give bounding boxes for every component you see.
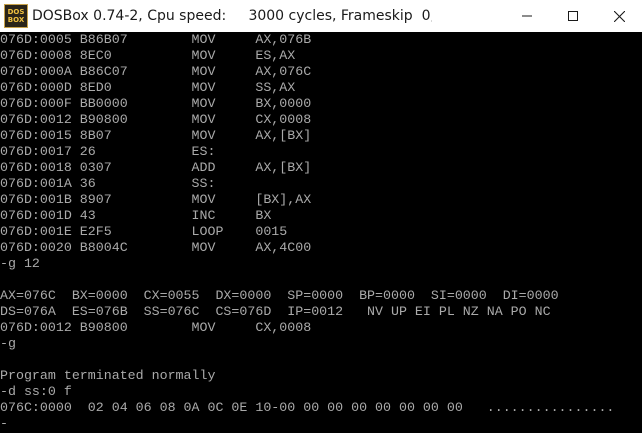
register-dump-line: DS=076A ES=076B SS=076C CS=076D IP=0012 … — [0, 304, 551, 319]
console-line: 076D:0017 26 ES: — [0, 144, 216, 159]
console-line: 076D:0018 0307 ADD AX,[BX] — [0, 160, 312, 175]
maximize-icon — [568, 11, 578, 21]
dosbox-app-icon[interactable]: DOS BOX — [4, 4, 28, 28]
command-prompt-line: -d ss:0 f — [0, 384, 72, 399]
console-line: 076D:0020 B8004C MOV AX,4C00 — [0, 240, 312, 255]
title-bar[interactable]: DOS BOX DOSBox 0.74-2, Cpu speed: 3000 c… — [0, 0, 642, 32]
console-line: 076D:001A 36 SS: — [0, 176, 216, 191]
console-line: 076D:000D 8ED0 MOV SS,AX — [0, 80, 296, 95]
dosbox-window: DOS BOX DOSBox 0.74-2, Cpu speed: 3000 c… — [0, 0, 642, 433]
command-prompt-line: -g — [0, 336, 16, 351]
console-line: 076D:000A B86C07 MOV AX,076C — [0, 64, 312, 79]
memory-dump-line: 076C:0000 02 04 06 08 0A 0C 0E 10-00 00 … — [0, 400, 615, 415]
console-line: 076D:0012 B90800 MOV CX,0008 — [0, 112, 312, 127]
console-line: 076D:0005 B86B07 MOV AX,076B — [0, 32, 312, 47]
console-line: 076D:001D 43 INC BX — [0, 208, 272, 223]
close-button[interactable] — [596, 0, 642, 32]
register-dump-line: AX=076C BX=0000 CX=0055 DX=0000 SP=0000 … — [0, 288, 559, 303]
minimize-button[interactable] — [504, 0, 550, 32]
console-line: 076D:001E E2F5 LOOP 0015 — [0, 224, 288, 239]
app-icon-text-top: DOS — [7, 8, 25, 16]
maximize-button[interactable] — [550, 0, 596, 32]
window-controls — [504, 0, 642, 32]
console-line: 076D:0015 8B07 MOV AX,[BX] — [0, 128, 312, 143]
console-line: 076D:0008 8EC0 MOV ES,AX — [0, 48, 296, 63]
console-line: 076D:001B 8907 MOV [BX],AX — [0, 192, 312, 207]
app-icon-text-bottom: BOX — [7, 16, 25, 24]
window-title: DOSBox 0.74-2, Cpu speed: 3000 cycles, F… — [32, 8, 432, 24]
close-icon — [613, 10, 625, 22]
console-line: 076D:000F BB0000 MOV BX,0000 — [0, 96, 312, 111]
status-message-line: Program terminated normally — [0, 368, 216, 383]
dos-console[interactable]: 076D:0005 B86B07 MOV AX,076B 076D:0008 8… — [0, 32, 642, 433]
active-prompt-line[interactable]: - — [0, 416, 8, 432]
minimize-icon — [522, 15, 532, 17]
console-line: 076D:0012 B90800 MOV CX,0008 — [0, 320, 312, 335]
command-prompt-line: -g 12 — [0, 256, 40, 271]
